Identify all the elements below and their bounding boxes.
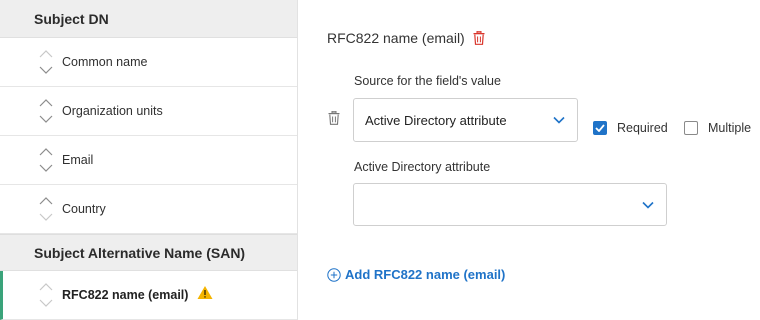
list-item-organization-units[interactable]: Organization units [0, 87, 297, 136]
list-item-common-name[interactable]: Common name [0, 38, 297, 87]
source-select-value: Active Directory attribute [365, 112, 507, 128]
checkbox-box[interactable] [684, 121, 698, 135]
source-select[interactable]: Active Directory attribute [353, 98, 578, 142]
multiple-checkbox[interactable]: Multiple [684, 121, 751, 135]
source-field-label: Source for the field's value [354, 74, 501, 88]
trash-icon[interactable] [473, 31, 485, 45]
chevron-down-icon [642, 196, 654, 214]
warning-icon [197, 286, 213, 305]
list-item-label: Email [62, 153, 94, 167]
sort-arrows-icon[interactable] [39, 147, 53, 173]
field-title-label: RFC822 name (email) [327, 30, 465, 46]
list-item-label: RFC822 name (email) [62, 288, 189, 302]
sort-arrows-icon[interactable] [39, 196, 53, 222]
section-header-subject-dn: Subject DN [0, 0, 297, 38]
plus-circle-icon [327, 267, 341, 282]
required-label: Required [617, 121, 668, 135]
sort-arrows-icon[interactable] [39, 282, 53, 308]
list-item-email[interactable]: Email [0, 136, 297, 185]
multiple-label: Multiple [708, 121, 752, 135]
ad-attribute-field-label: Active Directory attribute [354, 160, 491, 174]
add-rfc822-name-link[interactable]: Add RFC822 name (email) [327, 267, 505, 282]
list-item-rfc822-name[interactable]: RFC822 name (email) [0, 271, 297, 320]
sort-arrows-icon[interactable] [39, 49, 53, 75]
checkmark-icon[interactable] [593, 121, 607, 135]
section-header-label: Subject Alternative Name (SAN) [34, 244, 246, 261]
list-item-label: Organization units [62, 104, 163, 118]
list-item-country[interactable]: Country [0, 185, 297, 234]
section-header-san: Subject Alternative Name (SAN) [0, 234, 297, 271]
required-checkbox[interactable]: Required [593, 121, 668, 135]
trash-icon[interactable] [328, 110, 340, 130]
list-item-label: Country [62, 202, 106, 216]
chevron-down-icon [553, 111, 565, 129]
add-link-label[interactable]: Add RFC822 name (email) [345, 267, 505, 282]
list-item-label: Common name [62, 55, 148, 69]
section-header-label: Subject DN [34, 10, 109, 27]
field-list-panel: Subject DN Common name Organization unit… [0, 0, 298, 320]
sort-arrows-icon[interactable] [39, 98, 53, 124]
ad-attribute-select[interactable] [353, 183, 667, 226]
field-title: RFC822 name (email) [327, 30, 485, 46]
